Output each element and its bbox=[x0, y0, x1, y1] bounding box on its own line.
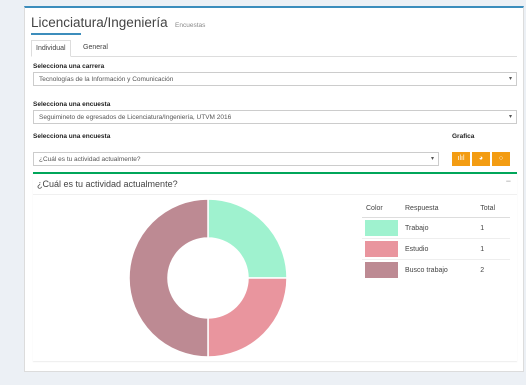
main-frame: Licenciatura/Ingeniería Encuestas Indivi… bbox=[24, 6, 524, 372]
legend-total: 2 bbox=[476, 259, 510, 280]
donut-chart-icon: ○ bbox=[498, 155, 504, 162]
carrera-label: Selecciona una carrera bbox=[33, 63, 105, 70]
encuesta-select[interactable]: Seguimineto de egresados de Licenciatura… bbox=[33, 110, 517, 124]
bar-chart-icon: ılıl bbox=[457, 155, 465, 162]
caret-down-icon: ▾ bbox=[508, 114, 512, 120]
bar-chart-button[interactable]: ılıl bbox=[452, 152, 470, 166]
legend-respuesta: Busco trabajo bbox=[401, 259, 477, 280]
header-underline bbox=[31, 33, 81, 35]
legend-header-color: Color bbox=[362, 200, 401, 218]
encuesta-select-value: Seguimineto de egresados de Licenciatura… bbox=[39, 114, 232, 121]
legend-header-respuesta: Respuesta bbox=[401, 200, 477, 218]
legend-swatch-cell bbox=[362, 238, 401, 260]
carrera-select[interactable]: Tecnologías de la Información y Comunica… bbox=[33, 72, 517, 86]
legend-swatch-cell bbox=[362, 217, 401, 239]
tab-general[interactable]: General bbox=[79, 40, 112, 56]
pregunta-select[interactable]: ¿Cuál es tu actividad actualmente? ▾ bbox=[33, 152, 439, 166]
carrera-select-value: Tecnologías de la Información y Comunica… bbox=[39, 76, 174, 83]
tab-individual[interactable]: Individual bbox=[31, 40, 71, 57]
panel-title: ¿Cuál es tu actividad actualmente? bbox=[37, 179, 178, 189]
pie-chart-button[interactable]: ◕ bbox=[472, 152, 490, 166]
page-header: Licenciatura/Ingeniería Encuestas bbox=[31, 14, 205, 34]
donut-slice-estudio[interactable] bbox=[207, 277, 288, 358]
legend-total: 1 bbox=[476, 217, 510, 239]
legend-swatch bbox=[365, 220, 398, 236]
encuesta-label: Selecciona una encuesta bbox=[33, 101, 111, 108]
caret-down-icon: ▾ bbox=[430, 156, 434, 162]
page-footer-area bbox=[24, 372, 524, 385]
collapse-icon[interactable]: − bbox=[506, 176, 511, 186]
legend-row: Estudio 1 bbox=[362, 238, 510, 260]
legend-row: Busco trabajo 2 bbox=[362, 259, 510, 280]
legend-swatch bbox=[365, 262, 398, 278]
legend-header-row: Color Respuesta Total bbox=[362, 200, 510, 218]
legend-table: Color Respuesta Total Trabajo 1 Estudio … bbox=[362, 200, 510, 280]
legend-swatch-cell bbox=[362, 259, 401, 280]
grafica-label: Grafica bbox=[452, 133, 475, 140]
pie-chart-icon: ◕ bbox=[478, 155, 484, 162]
page-subtitle: Encuestas bbox=[175, 22, 206, 29]
legend-respuesta: Estudio bbox=[401, 238, 477, 260]
legend-total: 1 bbox=[476, 238, 510, 260]
pregunta-select-value: ¿Cuál es tu actividad actualmente? bbox=[39, 156, 141, 163]
results-panel: ¿Cuál es tu actividad actualmente? − Col… bbox=[33, 172, 517, 361]
caret-down-icon: ▾ bbox=[508, 76, 512, 82]
legend-row: Trabajo 1 bbox=[362, 217, 510, 239]
legend-respuesta: Trabajo bbox=[401, 217, 477, 239]
donut-chart-button[interactable]: ○ bbox=[492, 152, 510, 166]
panel-divider bbox=[33, 194, 517, 195]
donut-chart bbox=[128, 198, 288, 358]
donut-slice-busco-trabajo[interactable] bbox=[128, 198, 209, 358]
legend-header-total: Total bbox=[476, 200, 510, 218]
donut-slice-trabajo[interactable] bbox=[207, 198, 288, 279]
tab-bar: Individual General bbox=[31, 40, 517, 57]
page-title: Licenciatura/Ingeniería bbox=[31, 15, 168, 30]
pregunta-label: Selecciona una encuesta bbox=[33, 133, 111, 140]
legend-swatch bbox=[365, 241, 398, 257]
